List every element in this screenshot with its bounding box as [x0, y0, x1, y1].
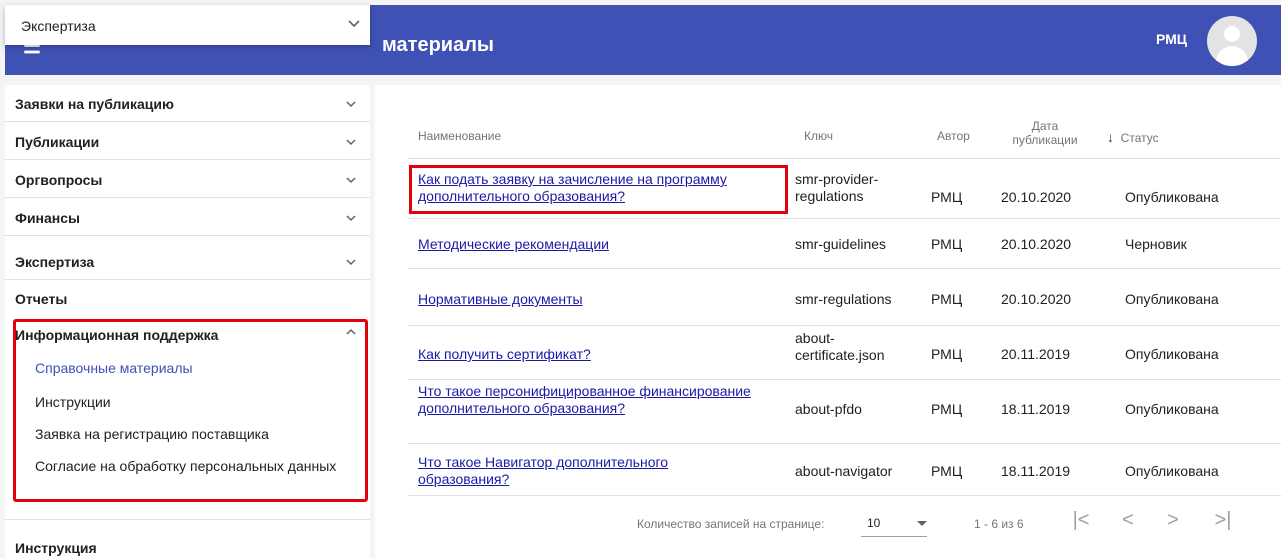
table-cell-key: smr-guidelines: [795, 236, 887, 252]
table-cell-date: 18.11.2019: [1001, 463, 1071, 479]
column-header-name[interactable]: Наименование: [418, 129, 501, 143]
column-header-date[interactable]: Дата публикации: [1005, 119, 1085, 147]
table-row-title-link[interactable]: Методические рекомендации: [418, 236, 609, 253]
table-cell-key: smr-regulations: [795, 291, 892, 307]
sidebar-item-reports[interactable]: Отчеты: [5, 281, 370, 318]
table-cell-key: about-pfdo: [795, 401, 862, 417]
chevron-down-icon: [346, 99, 356, 109]
table-cell-author: РМЦ: [931, 346, 963, 362]
user-name[interactable]: РМЦ: [1156, 31, 1187, 47]
chevron-down-icon: [346, 137, 356, 147]
user-icon: [1224, 26, 1240, 42]
previous-page-icon[interactable]: <: [1116, 509, 1140, 532]
table-row-title-link[interactable]: Как получить сертификат?: [418, 346, 591, 363]
table-cell-status: Черновик: [1125, 236, 1187, 252]
table-cell-status: Опубликована: [1125, 401, 1219, 417]
expertise-dropdown[interactable]: Экспертиза: [5, 5, 370, 45]
sidebar-item-org-questions[interactable]: Оргвопросы: [5, 161, 370, 198]
table-cell-status: Опубликована: [1125, 291, 1219, 307]
sidebar-item-instruction[interactable]: Инструкция: [5, 519, 370, 558]
avatar[interactable]: [1207, 16, 1257, 66]
sidebar-item-publication-requests[interactable]: Заявки на публикацию: [5, 85, 370, 122]
table-cell-status: Опубликована: [1125, 346, 1219, 362]
chevron-down-icon: [348, 17, 360, 32]
page-title: материалы: [382, 34, 494, 56]
rows-per-page-label: Количество записей на странице:: [637, 517, 825, 531]
sidebar: Заявки на публикацию Публикации Оргвопро…: [5, 85, 370, 558]
table-cell-key: about-certificate.json: [795, 330, 885, 363]
chevron-down-icon: [346, 213, 356, 223]
table-cell-author: РМЦ: [931, 291, 963, 307]
next-page-icon[interactable]: >: [1161, 509, 1185, 532]
table-row-title-link[interactable]: Что такое Навигатор дополнительного обра…: [418, 454, 738, 488]
column-header-author[interactable]: Автор: [937, 129, 970, 143]
first-page-icon[interactable]: |<: [1069, 509, 1093, 532]
table-cell-status: Опубликована: [1125, 463, 1219, 479]
materials-table-panel: Наименование Ключ Автор Дата публикации …: [375, 85, 1281, 558]
sidebar-item-finance[interactable]: Финансы: [5, 199, 370, 236]
column-header-status[interactable]: ↓ Статус: [1107, 129, 1159, 145]
arrow-down-icon: ↓: [1107, 129, 1114, 145]
table-cell-author: РМЦ: [931, 463, 963, 479]
column-header-key[interactable]: Ключ: [804, 129, 833, 143]
table-cell-date: 20.10.2020: [1001, 291, 1072, 307]
table-cell-date: 20.10.2020: [1001, 189, 1072, 205]
highlight-box-sidebar: [13, 319, 368, 502]
table-cell-author: РМЦ: [931, 189, 963, 205]
last-page-icon[interactable]: >|: [1211, 509, 1235, 532]
table-cell-key: about-navigator: [795, 463, 893, 479]
rows-per-page-select[interactable]: 10: [861, 513, 927, 537]
chevron-down-icon: [346, 175, 356, 185]
table-cell-status: Опубликована: [1125, 189, 1219, 205]
sidebar-item-expertise[interactable]: Экспертиза: [5, 243, 370, 280]
table-row-title-link[interactable]: Что такое персонифицированное финансиров…: [418, 383, 758, 417]
table-cell-key: smr-provider-regulations: [795, 171, 879, 204]
chevron-down-icon: [346, 257, 356, 267]
table-cell-author: РМЦ: [931, 401, 963, 417]
table-cell-date: 18.11.2019: [1001, 401, 1071, 417]
pagination-range: 1 - 6 из 6: [974, 517, 1024, 531]
table-cell-date: 20.11.2019: [1001, 346, 1071, 362]
highlight-box-link: [409, 165, 788, 214]
table-cell-date: 20.10.2020: [1001, 236, 1072, 252]
table-cell-author: РМЦ: [931, 236, 963, 252]
sidebar-item-publications[interactable]: Публикации: [5, 123, 370, 160]
dropdown-caret-icon: [917, 521, 927, 526]
table-row-title-link[interactable]: Нормативные документы: [418, 291, 583, 308]
